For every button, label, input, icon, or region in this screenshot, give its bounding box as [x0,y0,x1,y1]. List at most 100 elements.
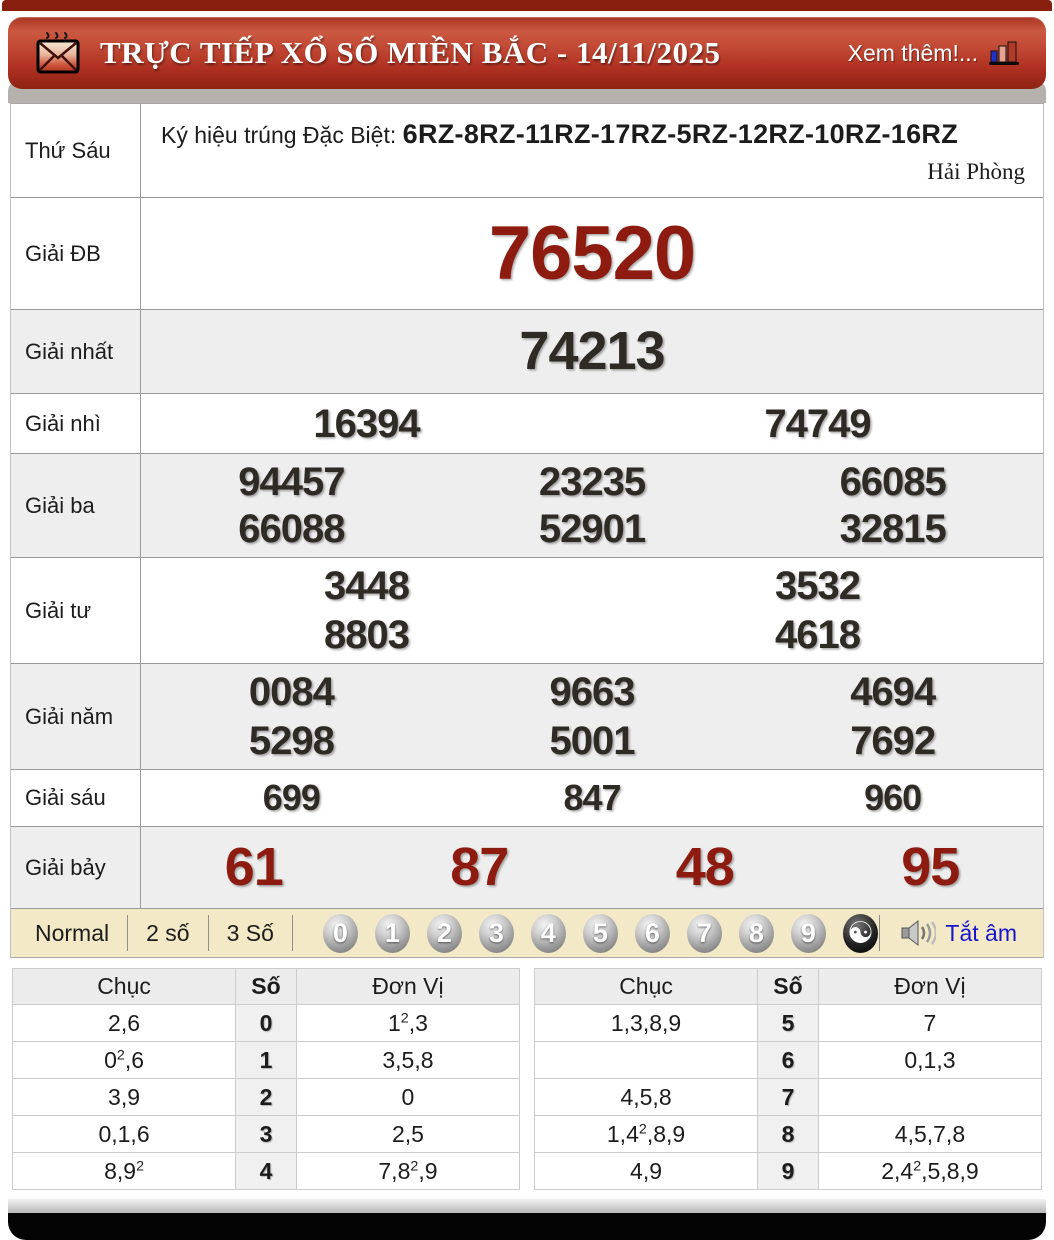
prize-number: 66085 [839,459,947,504]
stats-row: 02,6 1 3,5,8 [11,1041,521,1079]
speaker-icon [900,919,937,947]
results-table: Thứ Sáu Ký hiệu trúng Đặc Biệt: 6RZ-8RZ-… [10,103,1044,958]
prize-label-ba: Giải ba [11,454,141,557]
prize-number: 0084 [248,670,335,715]
see-more-link[interactable]: Xem thêm!... [848,39,1020,67]
prize-number: 66088 [238,507,345,552]
prize-number: 5001 [549,718,636,763]
envelope-icon [34,29,82,77]
see-more-label: Xem thêm!... [847,39,978,66]
mute-label: Tắt âm [945,919,1017,946]
special-symbol-cell: Ký hiệu trúng Đặc Biệt: 6RZ-8RZ-11RZ-17R… [141,104,1043,197]
province-label: Hải Phòng [927,158,1025,184]
col-header-chuc: Chục [533,968,759,1005]
prize-number: 16394 [313,401,420,446]
prize-number: 4694 [850,670,936,715]
bar-chart-icon [988,39,1020,67]
stats-table-left: Chục Số Đơn Vị 2,6 0 12,3 02,6 1 3,5,8 3,9 2 0 0,… [11,968,521,1190]
digit-cell: 1 [235,1041,297,1079]
stats-row: 0,1,6 3 2,5 [11,1115,521,1153]
prize-number: 8803 [324,612,410,657]
digit-cell: 6 [757,1041,819,1079]
ball-1[interactable]: 1 [374,913,410,953]
page-title: TRỰC TIẾP XỔ SỐ MIỀN BẮC - 14/11/2025 [100,35,721,70]
tens-cell: 8,92 [11,1152,237,1190]
stats-row: 4,5,8 7 [533,1078,1043,1116]
prize-number: 5298 [248,718,335,763]
prize-number: 74749 [764,401,871,446]
prize-number: 74213 [519,320,665,381]
stats-row: 1,3,8,9 5 7 [533,1004,1043,1042]
prize-label-tu: Giải tư [11,558,141,663]
yin-yang-ball[interactable]: ☯ [842,913,878,953]
symbol-codes: 6RZ-8RZ-11RZ-17RZ-5RZ-12RZ-10RZ-16RZ [402,119,959,149]
tens-cell [533,1041,759,1079]
stats-row: 4,9 9 2,42,5,8,9 [533,1152,1043,1190]
tens-cell: 0,1,6 [11,1115,237,1153]
prize-number: 76520 [488,210,696,296]
prize-number: 23235 [538,459,646,504]
stats-row: 2,6 0 12,3 [11,1004,521,1042]
prize-number: 52901 [538,507,646,552]
digit-cell: 2 [235,1078,297,1116]
prize-row-bay: Giải bảy 61 87 48 95 [11,827,1043,909]
prize-row-nhat: Giải nhất 74213 [11,310,1043,394]
mode-button-1[interactable]: Normal [11,915,129,951]
prize-number: 7692 [850,718,936,763]
weekday-label: Thứ Sáu [11,104,141,197]
col-header-so: Số [235,968,297,1005]
stats-table-right: Chục Số Đơn Vị 1,3,8,9 5 7 6 0,1,3 4,5,8 7 1,42… [533,968,1043,1190]
symbol-label: Ký hiệu trúng Đặc Biệt: [161,122,403,148]
ball-3[interactable]: 3 [478,913,514,953]
prize-number: 3448 [324,564,410,609]
col-header-so: Số [757,968,819,1005]
col-header-donvi: Đơn Vị [817,968,1043,1005]
tens-cell: 4,9 [533,1152,759,1190]
stats-header-row: Chục Số Đơn Vị [11,968,521,1005]
ball-9[interactable]: 9 [790,913,826,953]
mute-button[interactable]: Tắt âm [879,915,1043,951]
prize-number: 3532 [775,564,861,609]
ball-5[interactable]: 5 [582,913,618,953]
ball-8[interactable]: 8 [738,913,774,953]
prize-number: 61 [224,836,284,897]
prize-number: 960 [864,777,922,819]
stats-header-row: Chục Số Đơn Vị [533,968,1043,1005]
ball-4[interactable]: 4 [530,913,566,953]
prize-number: 87 [450,836,509,897]
stats-row: 8,92 4 7,82,9 [11,1152,521,1190]
prize-row-nhi: Giải nhì 16394 74749 [11,394,1043,454]
ball-2[interactable]: 2 [426,913,462,953]
mode-button-2[interactable]: 2 số [128,915,209,951]
digit-cell: 5 [757,1004,819,1042]
tens-cell: 02,6 [11,1041,237,1079]
mode-button-3[interactable]: 3 Số [209,915,293,951]
draw-info-row: Thứ Sáu Ký hiệu trúng Đặc Biệt: 6RZ-8RZ-… [11,104,1043,198]
tens-cell: 3,9 [11,1078,237,1116]
prize-number: 94457 [238,459,345,504]
tens-cell: 4,5,8 [533,1078,759,1116]
digit-cell: 9 [757,1152,819,1190]
prize-row-nam: Giải năm 0084 9663 4694 5298 5001 7692 [11,664,1043,770]
mode-switcher: Normal 2 số 3 Số [11,915,293,951]
col-header-chuc: Chục [11,968,237,1005]
tens-cell: 1,3,8,9 [533,1004,759,1042]
col-header-donvi: Đơn Vị [295,968,521,1005]
prize-row-ba: Giải ba 94457 23235 66085 66088 52901 32815 [11,454,1043,558]
digit-cell: 4 [235,1152,297,1190]
page-header: TRỰC TIẾP XỔ SỐ MIỀN BẮC - 14/11/2025 Xe… [8,17,1046,89]
digit-cell: 7 [757,1078,819,1116]
footer-black-bar [8,1213,1046,1240]
top-border-strip [2,0,1052,11]
ball-7[interactable]: 7 [686,913,722,953]
stats-row: 1,42,8,9 8 4,5,7,8 [533,1115,1043,1153]
ball-6[interactable]: 6 [634,913,670,953]
prize-row-sau: Giải sáu 699 847 960 [11,770,1043,827]
units-cell: 4,5,7,8 [817,1115,1043,1153]
number-balls: 0 1 2 3 4 5 6 7 8 9 ☯ [322,913,878,953]
prize-rows: Giải ĐB 76520 Giải nhất 74213 Giải nhì 16394 7… [11,198,1043,909]
ball-0[interactable]: 0 [322,913,358,953]
digit-cell: 0 [235,1004,297,1042]
prize-row-db: Giải ĐB 76520 [11,198,1043,310]
prize-label-db: Giải ĐB [11,198,141,309]
